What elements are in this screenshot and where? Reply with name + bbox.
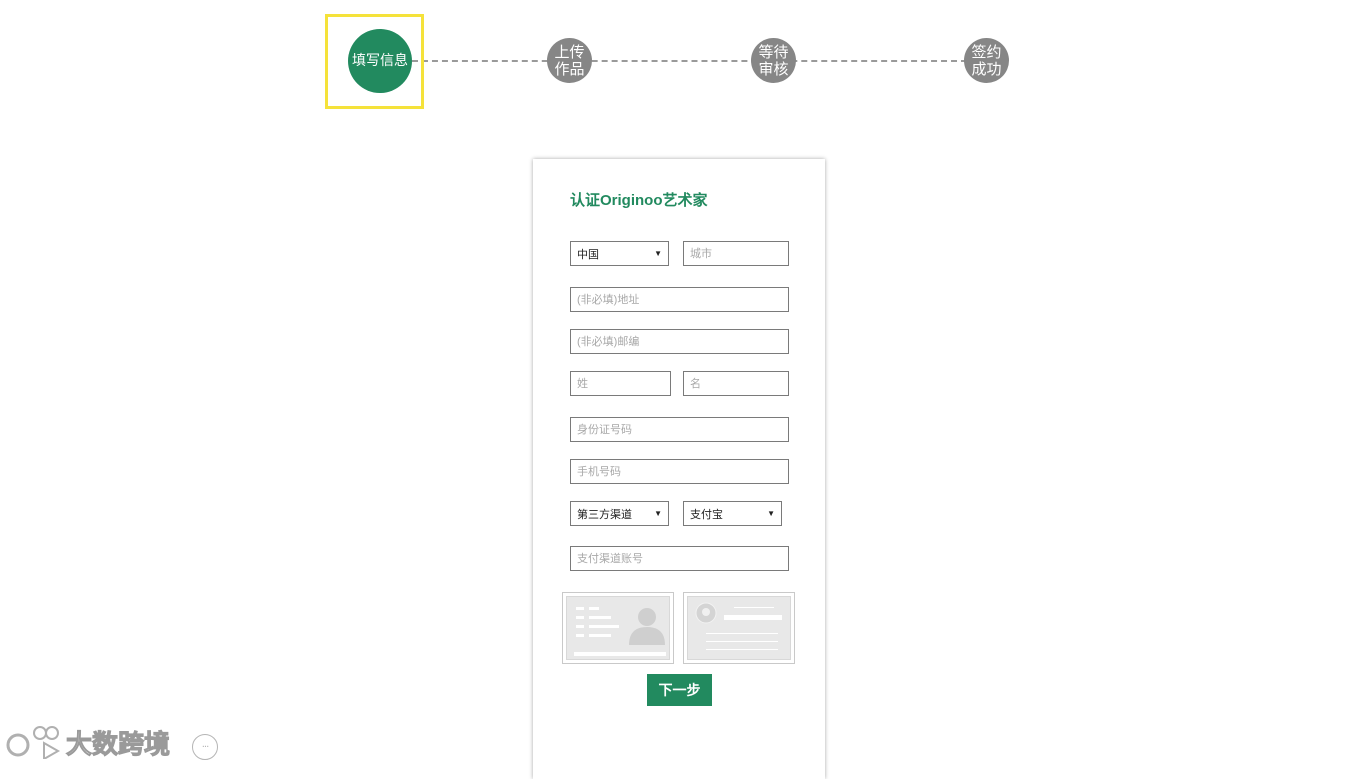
country-select[interactable]: 中国 ▼ [570, 241, 669, 266]
chevron-down-icon: ▼ [654, 509, 662, 518]
stepper-connector-line [412, 60, 967, 62]
payment-method-select[interactable]: 支付宝 ▼ [683, 501, 782, 526]
watermark-logo: 大数跨境 [6, 724, 171, 760]
country-select-value: 中国 [577, 248, 599, 261]
watermark-text: 大数跨境 [65, 729, 171, 760]
id-card-back-upload[interactable] [683, 592, 795, 664]
address-input[interactable] [570, 287, 789, 312]
step-sign-success[interactable]: 签约 成功 [964, 38, 1009, 83]
channel-select[interactable]: 第三方渠道 ▼ [570, 501, 669, 526]
more-options-icon: ··· [192, 734, 218, 760]
payment-account-input[interactable] [570, 546, 789, 571]
id-card-front-icon [566, 596, 670, 660]
surname-input[interactable] [570, 371, 671, 396]
channel-select-value: 第三方渠道 [577, 508, 632, 521]
form-title: 认证Originoo艺术家 [570, 192, 708, 209]
phone-input[interactable] [570, 459, 789, 484]
step-await-review[interactable]: 等待 审核 [751, 38, 796, 83]
artist-verification-card: 认证Originoo艺术家 中国 ▼ 第三方渠道 ▼ 支付宝 ▼ [533, 159, 825, 779]
chevron-down-icon: ▼ [654, 249, 662, 258]
next-step-button[interactable]: 下一步 [647, 674, 712, 706]
given-name-input[interactable] [683, 371, 789, 396]
id-card-front-upload[interactable] [562, 592, 674, 664]
step-fill-info[interactable]: 填写信息 [348, 29, 412, 93]
step-upload-works[interactable]: 上传 作品 [547, 38, 592, 83]
city-input[interactable] [683, 241, 789, 266]
chevron-down-icon: ▼ [767, 509, 775, 518]
id-number-input[interactable] [570, 417, 789, 442]
payment-select-value: 支付宝 [690, 508, 723, 521]
postcode-input[interactable] [570, 329, 789, 354]
id-card-back-icon [687, 596, 791, 660]
progress-stepper: 填写信息 上传 作品 等待 审核 签约 成功 [0, 0, 1361, 130]
watermark-logo-icon [6, 726, 61, 759]
